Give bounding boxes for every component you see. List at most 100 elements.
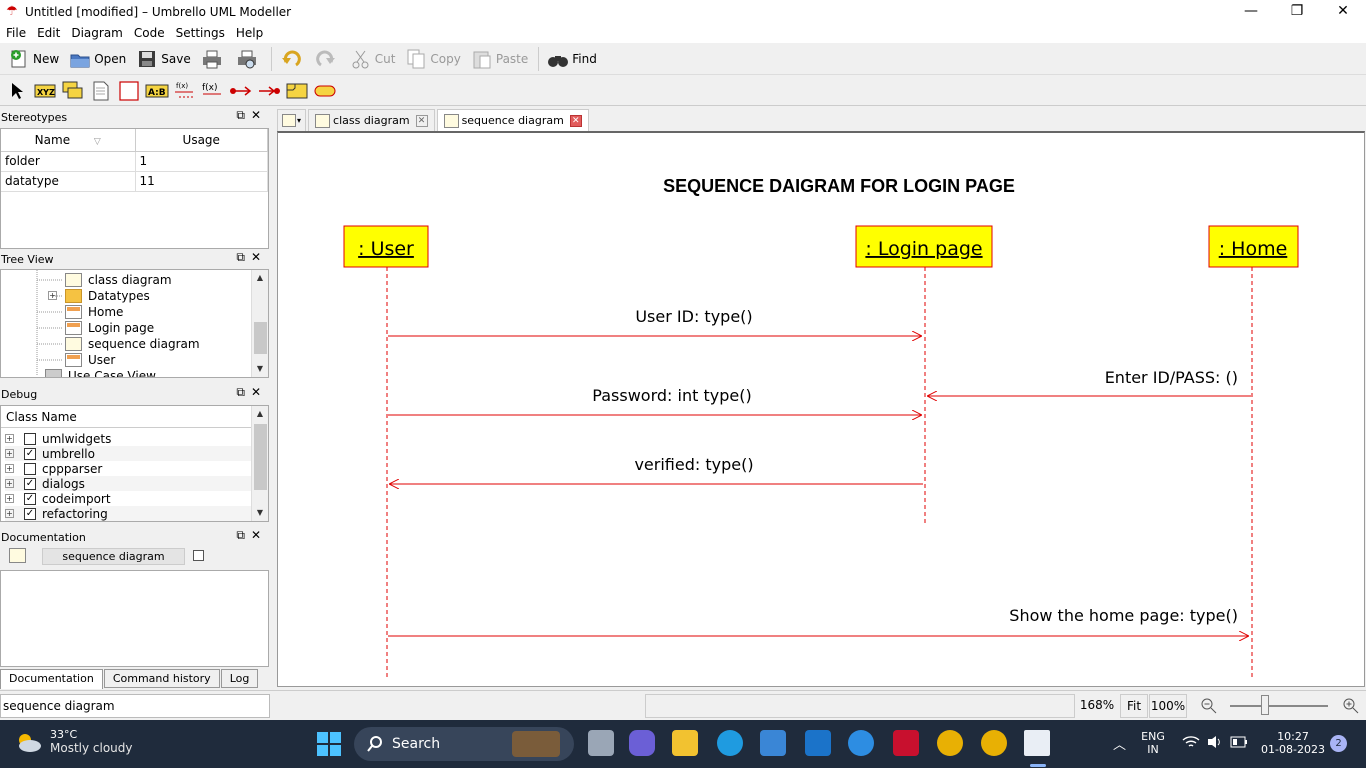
scroll-thumb[interactable] <box>254 322 267 354</box>
expand-toggle[interactable]: + <box>5 494 14 503</box>
debug-row-refactoring[interactable]: + ✓ refactoring <box>5 506 251 521</box>
select-arrow-tool[interactable] <box>4 79 30 103</box>
umbrello-taskbar-icon[interactable] <box>1024 730 1050 756</box>
table-row[interactable]: datatype 11 <box>1 171 268 192</box>
expand-datatypes-toggle[interactable]: + <box>48 291 57 300</box>
zoom-100-button[interactable]: 100% <box>1149 694 1187 718</box>
scroll-down-arrow-icon[interactable]: ▼ <box>252 505 268 521</box>
tab-documentation[interactable]: Documentation <box>0 669 103 689</box>
debug-checkbox[interactable]: ✓ <box>24 507 36 520</box>
weather-widget[interactable]: 33°C Mostly cloudy <box>14 728 133 755</box>
language-indicator[interactable]: ENG IN <box>1138 730 1168 756</box>
zoom-out-icon[interactable] <box>1194 694 1224 718</box>
debug-row-codeimport[interactable]: + ✓ codeimport <box>5 491 251 506</box>
found-message-tool[interactable] <box>228 79 254 103</box>
minimize-button[interactable]: — <box>1228 0 1274 23</box>
precondition-tool[interactable] <box>312 79 338 103</box>
windows-start-icon[interactable] <box>317 732 341 756</box>
teams-chat-icon[interactable] <box>629 730 655 756</box>
close-tab-icon[interactable]: ✕ <box>569 114 582 127</box>
debug-checkbox[interactable]: ✓ <box>24 492 36 505</box>
tab-sequence-diagram[interactable]: sequence diagram ✕ <box>436 109 589 131</box>
zoom-slider-track[interactable] <box>1230 705 1328 707</box>
chrome-profile-icon[interactable] <box>981 730 1007 756</box>
box-tool[interactable] <box>116 79 142 103</box>
column-header-name[interactable]: Name ▽ <box>1 129 136 152</box>
tab-command-history[interactable]: Command history <box>103 669 220 688</box>
expand-toggle[interactable]: + <box>5 479 14 488</box>
chrome-icon[interactable] <box>937 730 963 756</box>
dock-float-close-controls[interactable]: ⧉✕ <box>236 385 267 400</box>
open-button[interactable]: Open <box>65 45 130 73</box>
file-explorer-icon[interactable] <box>672 730 698 756</box>
documentation-text-area[interactable] <box>0 570 269 667</box>
close-tab-icon[interactable]: ✕ <box>415 114 428 127</box>
debug-checkbox[interactable]: ✓ <box>24 477 36 490</box>
message-enter-id-pass[interactable]: Enter ID/PASS: () <box>927 368 1251 396</box>
tree-item-sequence-diagram[interactable]: sequence diagram <box>65 336 200 352</box>
message-password[interactable]: Password: int type() <box>388 386 922 415</box>
menu-code[interactable]: Code <box>128 26 170 40</box>
tree-item-home[interactable]: Home <box>65 304 123 320</box>
redo-button[interactable] <box>311 45 344 73</box>
scroll-up-arrow-icon[interactable]: ▲ <box>252 270 268 286</box>
debug-row-umlwidgets[interactable]: + umlwidgets <box>5 431 251 446</box>
multi-object-tool[interactable] <box>60 79 86 103</box>
tab-log[interactable]: Log <box>220 669 259 688</box>
scroll-down-arrow-icon[interactable]: ▼ <box>252 361 268 377</box>
undo-button[interactable] <box>276 45 309 73</box>
microsoft-store-icon[interactable] <box>760 730 786 756</box>
tab-class-diagram[interactable]: class diagram ✕ <box>308 109 435 131</box>
expand-toggle[interactable]: + <box>5 449 14 458</box>
tree-item-login-page[interactable]: Login page <box>65 320 154 336</box>
taskbar-search-box[interactable]: Search <box>354 727 574 761</box>
lost-message-tool[interactable] <box>256 79 282 103</box>
debug-scrollbar[interactable]: ▲ ▼ <box>251 406 268 521</box>
debug-row-cppparser[interactable]: + cppparser <box>5 461 251 476</box>
wifi-icon[interactable] <box>1182 734 1200 754</box>
close-window-button[interactable]: ✕ <box>1320 0 1366 23</box>
cut-button[interactable]: Cut <box>346 45 400 73</box>
debug-row-umbrello[interactable]: + ✓ umbrello <box>5 446 251 461</box>
paste-button[interactable]: Paste <box>467 45 532 73</box>
object-user[interactable]: : User <box>343 225 429 268</box>
notification-badge[interactable]: 2 <box>1330 735 1347 752</box>
table-row[interactable]: folder 1 <box>1 151 268 172</box>
chevron-up-icon[interactable]: ︿ <box>1113 734 1126 753</box>
column-header-usage[interactable]: Usage <box>135 129 268 152</box>
fit-button[interactable]: Fit <box>1120 694 1148 718</box>
zoom-slider-handle[interactable] <box>1261 695 1269 715</box>
clock[interactable]: 10:27 01-08-2023 <box>1258 730 1328 756</box>
sync-message-tool[interactable]: f(x) <box>172 79 198 103</box>
message-verified[interactable]: verified: type() <box>389 455 923 484</box>
tree-item-datatypes[interactable]: Datatypes <box>65 288 150 304</box>
task-view-icon[interactable] <box>588 730 614 756</box>
expand-toggle[interactable]: + <box>5 509 14 518</box>
tree-item-class-diagram[interactable]: class diagram <box>65 272 172 288</box>
menu-file[interactable]: File <box>0 26 31 40</box>
dock-float-close-controls[interactable]: ⧉✕ <box>236 528 267 543</box>
documentation-checkbox[interactable] <box>193 550 204 561</box>
tree-item-user[interactable]: User <box>65 352 115 368</box>
text-tool[interactable]: A:B <box>144 79 170 103</box>
tree-item-use-case-view[interactable]: Use Case View <box>45 368 156 377</box>
debug-checkbox[interactable] <box>24 432 36 445</box>
menu-edit[interactable]: Edit <box>31 26 65 40</box>
expand-toggle[interactable]: + <box>5 464 14 473</box>
dock-float-close-controls[interactable]: ⧉✕ <box>236 108 267 123</box>
new-button[interactable]: New <box>4 45 63 73</box>
dock-float-close-controls[interactable]: ⧉✕ <box>236 250 267 265</box>
battery-icon[interactable] <box>1230 736 1248 751</box>
object-home[interactable]: : Home <box>1208 225 1299 268</box>
new-diagram-tab-button[interactable]: ▾ <box>277 109 307 131</box>
edge-browser-icon[interactable] <box>717 730 743 756</box>
mcafee-icon[interactable] <box>893 730 919 756</box>
message-show-home-page[interactable]: Show the home page: type() <box>388 606 1249 636</box>
object-tool[interactable]: XYZ <box>32 79 58 103</box>
note-tool[interactable] <box>88 79 114 103</box>
debug-checkbox[interactable]: ✓ <box>24 447 36 460</box>
scroll-thumb[interactable] <box>254 424 267 490</box>
scroll-up-arrow-icon[interactable]: ▲ <box>252 406 268 422</box>
documentation-name-field[interactable]: sequence diagram <box>42 548 185 565</box>
print-preview-button[interactable] <box>232 45 265 73</box>
